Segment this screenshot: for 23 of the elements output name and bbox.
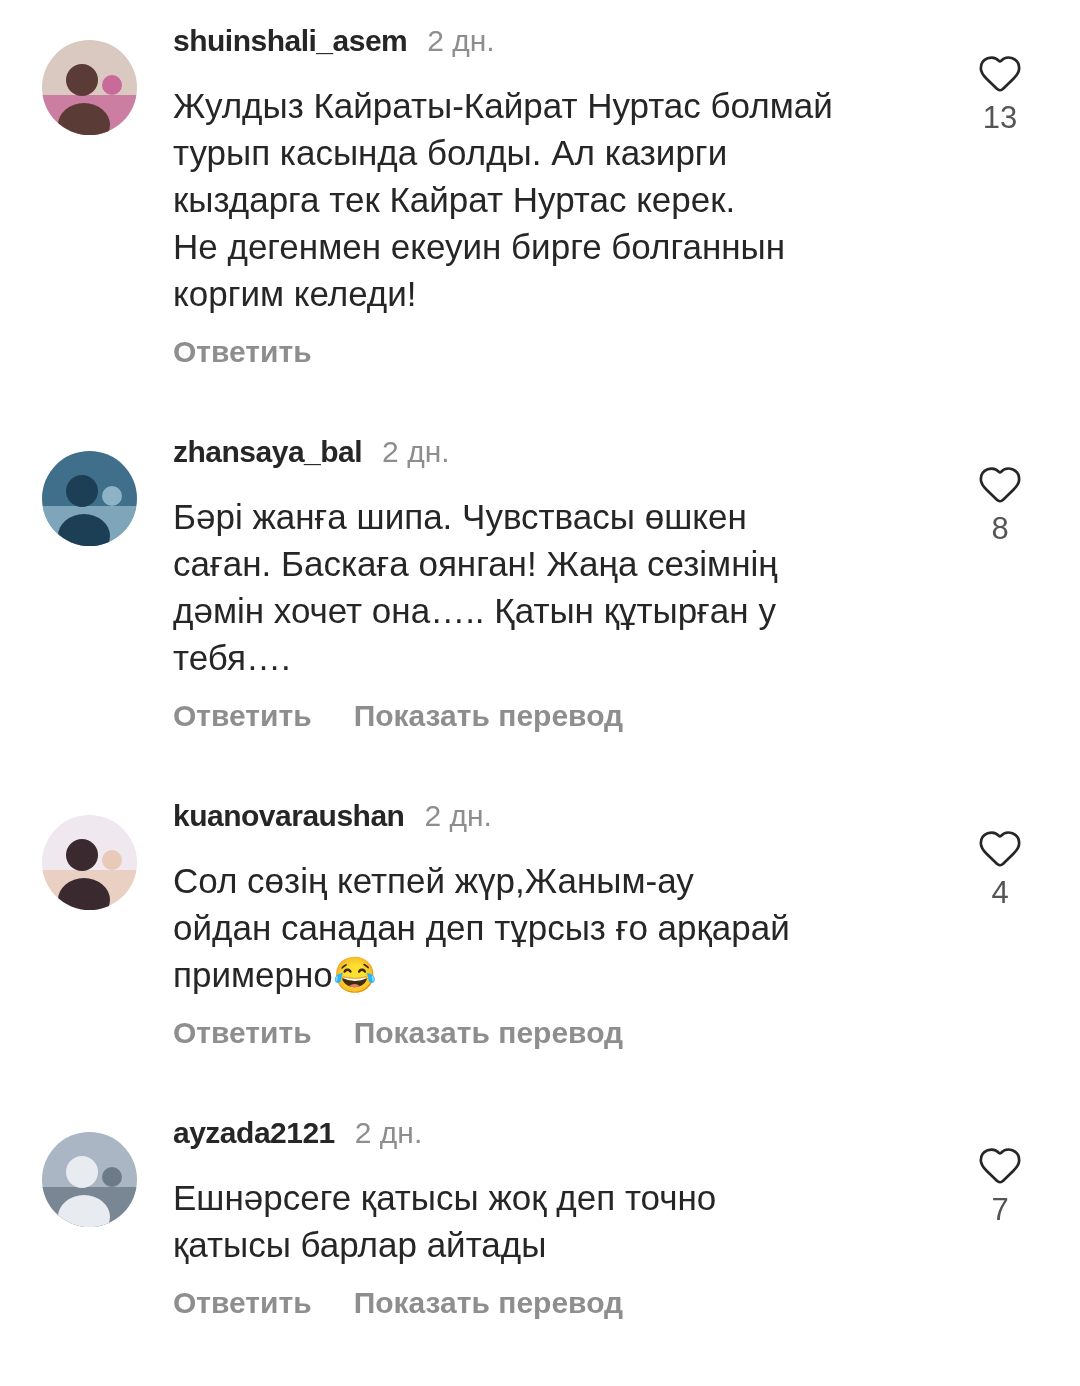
reply-link[interactable]: Ответить — [173, 1016, 312, 1050]
like-count: 8 — [991, 511, 1009, 547]
comment-text: Сол сөзің кетпей жүр,Жаным-ау ойдан санадан деп тұрсыз ғо арқарай примерно😂 — [173, 860, 791, 996]
reply-link[interactable]: Ответить — [173, 699, 312, 733]
username[interactable]: kuanovaraushan — [173, 799, 405, 833]
comment-time: 2 дн. — [424, 799, 492, 833]
comment-text: Жулдыз Кайраты-Кайрат Нуртас болмай турып касында болды. Ал казирги кыздарга тек Кайрат Нуртас керек. Не дегенмен екеуин бирге болганнын коргим келеди! — [173, 85, 834, 315]
translate-link[interactable]: Показать перевод — [353, 699, 624, 733]
comment-time: 2 дн. — [382, 435, 450, 469]
comment-time: 2 дн. — [427, 24, 495, 58]
reply-link[interactable]: Ответить — [173, 335, 312, 369]
username[interactable]: shuinshali_asem — [173, 24, 408, 58]
comment-text: Бәрі жанға шипа. Чувствасы өшкен саған. Баскаға оянган! Жаңа сезімнің дәмін хочет она….. Қатын құтырған у тебя…. — [173, 496, 779, 679]
like-count: 13 — [982, 100, 1018, 136]
translate-link[interactable]: Показать перевод — [353, 1286, 624, 1320]
comment-text: Ешнәрсеге қатысы жоқ деп точно қатысы барлар айтады — [173, 1177, 718, 1266]
username[interactable]: ayzada2121 — [173, 1116, 335, 1150]
comment-time: 2 дн. — [354, 1116, 423, 1150]
like-count: 7 — [991, 1192, 1009, 1228]
username[interactable]: zhansaya_bal — [173, 435, 363, 469]
like-count: 4 — [991, 875, 1009, 911]
translate-link[interactable]: Показать перевод — [353, 1016, 624, 1050]
reply-link[interactable]: Ответить — [173, 1286, 312, 1320]
